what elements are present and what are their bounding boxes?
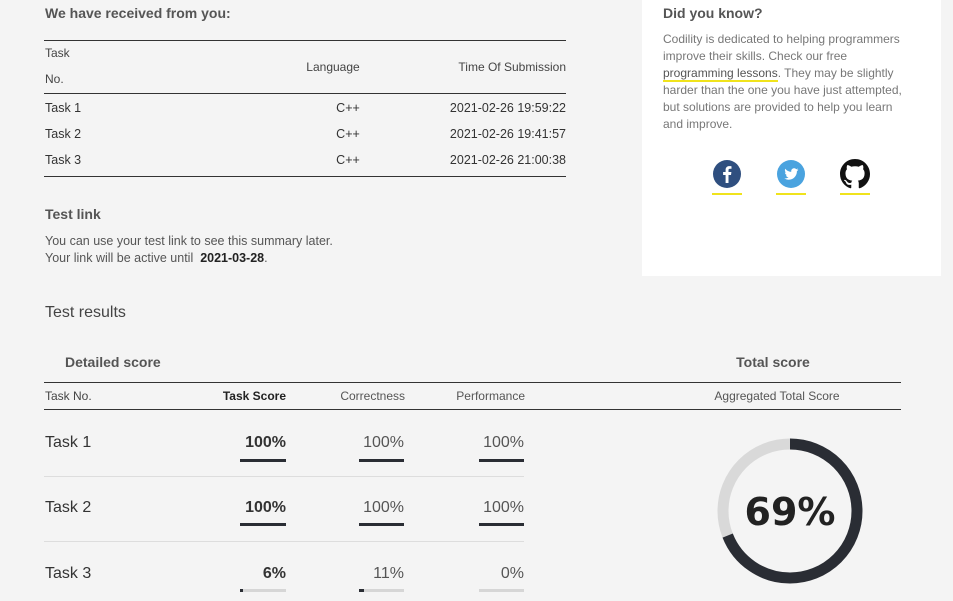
did-you-know-text-before: Codility is dedicated to helping program… [663, 32, 900, 63]
github-link[interactable] [840, 159, 870, 195]
bar-fill [240, 459, 286, 462]
did-you-know-text: Codility is dedicated to helping program… [663, 31, 913, 133]
social-underline [840, 193, 870, 195]
bar-fill [359, 523, 404, 526]
task-score-value: 6% [262, 565, 286, 582]
twitter-icon [777, 160, 805, 188]
col-task-line2: No. [45, 72, 64, 86]
performance-bar [479, 523, 524, 526]
bar-fill [359, 459, 404, 462]
performance-value: 0% [500, 565, 524, 582]
performance-value: 100% [483, 499, 524, 516]
social-underline [712, 193, 742, 195]
detailed-score-heading: Detailed score [65, 354, 161, 370]
bar-fill [240, 589, 243, 592]
task-score-value: 100% [245, 499, 286, 516]
test-link-prefix: Your link will be active until [45, 251, 194, 265]
performance-bar [479, 589, 524, 592]
did-you-know-heading: Did you know? [663, 5, 763, 21]
row-divider [44, 476, 524, 477]
divider [44, 40, 566, 41]
received-row-language: C++ [336, 153, 360, 167]
did-you-know-card: Did you know? Codility is dedicated to h… [642, 0, 941, 276]
task-score-bar [240, 523, 286, 526]
received-row-language: C++ [336, 127, 360, 141]
row-divider [44, 541, 524, 542]
received-row-task: Task 3 [45, 153, 82, 167]
bar-fill [479, 459, 524, 462]
col-time: Time Of Submission [458, 60, 566, 74]
bar-fill [240, 523, 286, 526]
total-score-donut: 69% [712, 433, 868, 589]
test-results-title: Test results [45, 304, 126, 321]
test-link-line1: You can use your test link to see this s… [45, 234, 333, 248]
task-score-bar [240, 589, 286, 592]
facebook-icon [713, 160, 741, 188]
correctness-bar [359, 589, 404, 592]
col-correctness: Correctness [340, 389, 405, 403]
received-row-language: C++ [336, 101, 360, 115]
test-link-suffix: . [264, 251, 268, 265]
col-task-line1: Task [45, 46, 70, 60]
result-row-task: Task 2 [45, 499, 92, 516]
col-task-score: Task Score [222, 389, 286, 403]
received-row-task: Task 1 [45, 101, 82, 115]
programming-lessons-link[interactable]: programming lessons [663, 66, 778, 82]
received-heading: We have received from you: [45, 5, 231, 21]
col-aggregated: Aggregated Total Score [714, 389, 840, 403]
bar-fill [479, 523, 524, 526]
received-row-task: Task 2 [45, 127, 82, 141]
github-icon [840, 159, 870, 189]
total-score-value: 69% [744, 490, 836, 534]
performance-value: 100% [483, 434, 524, 451]
result-row-task: Task 1 [45, 434, 92, 451]
test-link-date: 2021-03-28 [200, 251, 265, 265]
task-score-bar [240, 459, 286, 462]
correctness-value: 11% [373, 565, 404, 582]
col-language: Language [306, 60, 360, 74]
result-row-task: Task 3 [45, 565, 92, 582]
test-link-heading: Test link [45, 206, 101, 222]
total-score-heading: Total score [736, 354, 810, 370]
test-link-line2: Your link will be active until 2021-03-2… [45, 251, 268, 265]
correctness-bar [359, 523, 404, 526]
col-performance: Performance [456, 389, 525, 403]
divider [44, 382, 901, 383]
correctness-value: 100% [363, 499, 404, 516]
twitter-link[interactable] [776, 159, 806, 195]
received-row-time: 2021-02-26 19:41:57 [449, 127, 566, 141]
divider [44, 176, 566, 177]
facebook-link[interactable] [712, 159, 742, 195]
bar-fill [359, 589, 364, 592]
col-task-no: Task No. [45, 389, 92, 403]
divider [44, 409, 901, 410]
received-row-time: 2021-02-26 21:00:38 [449, 153, 566, 167]
performance-bar [479, 459, 524, 462]
received-row-time: 2021-02-26 19:59:22 [449, 101, 566, 115]
task-score-value: 100% [245, 434, 286, 451]
social-underline [776, 193, 806, 195]
divider [44, 93, 566, 94]
correctness-bar [359, 459, 404, 462]
correctness-value: 100% [363, 434, 404, 451]
